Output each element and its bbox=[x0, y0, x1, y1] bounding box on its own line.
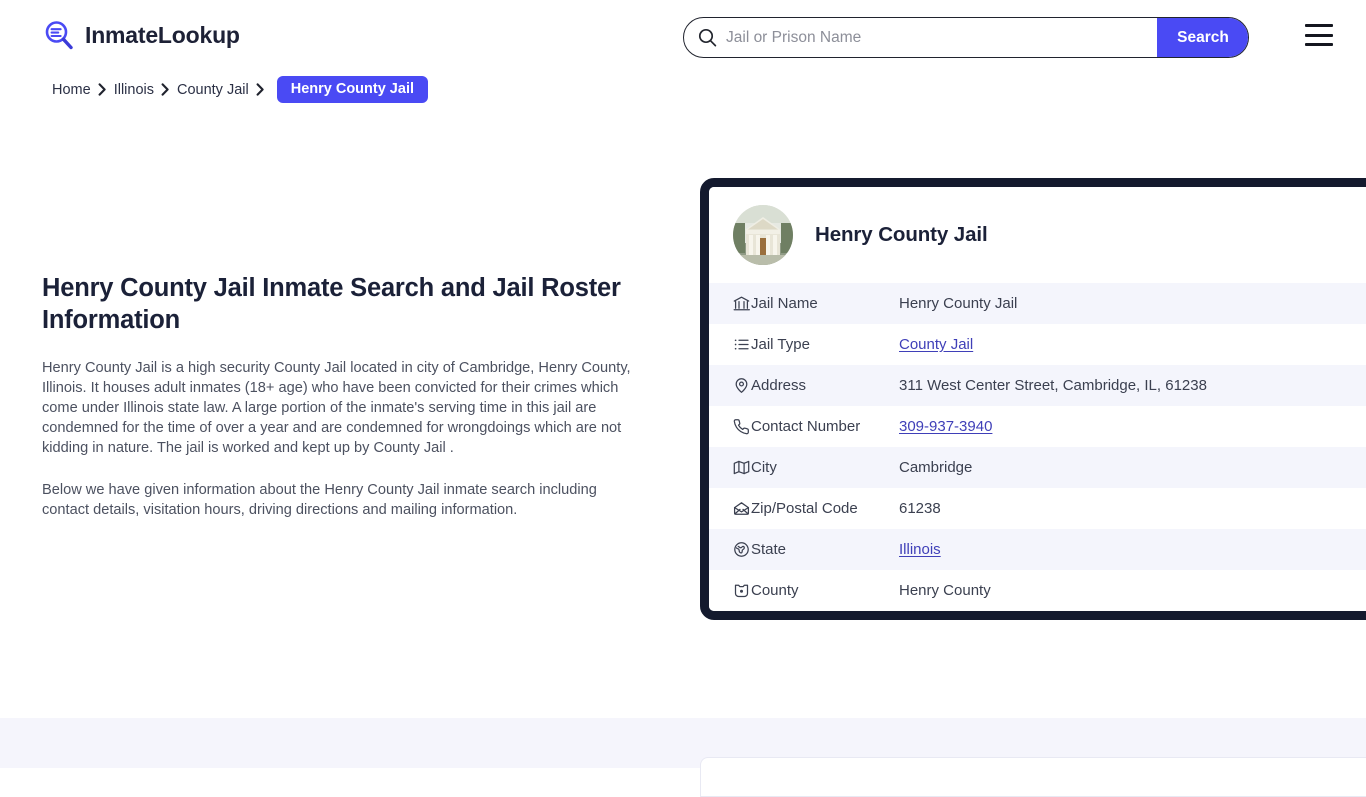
bank-icon bbox=[709, 283, 751, 324]
row-value: 61238 bbox=[899, 500, 941, 517]
menu-bar-1 bbox=[1305, 24, 1333, 27]
row-label: City bbox=[751, 459, 777, 476]
table-row: State Illinois bbox=[709, 529, 1366, 570]
row-value: 311 West Center Street, Cambridge, IL, 6… bbox=[899, 377, 1207, 394]
row-value: Henry County Jail bbox=[899, 295, 1018, 312]
map-icon bbox=[709, 447, 751, 488]
contact-number-link[interactable]: 309-937-3940 bbox=[899, 418, 992, 435]
magnifier-list-icon bbox=[42, 18, 76, 52]
breadcrumb-item-home[interactable]: Home bbox=[52, 82, 91, 98]
table-row: Address 311 West Center Street, Cambridg… bbox=[709, 365, 1366, 406]
row-label: Jail Name bbox=[751, 295, 818, 312]
state-link[interactable]: Illinois bbox=[899, 541, 941, 558]
search-input[interactable] bbox=[722, 18, 1157, 57]
globe-icon bbox=[709, 529, 751, 570]
jail-info-card-header: Henry County Jail bbox=[709, 187, 1366, 283]
phone-icon bbox=[709, 406, 751, 447]
table-row: City Cambridge bbox=[709, 447, 1366, 488]
breadcrumb: Home Illinois County Jail Henry County J… bbox=[52, 76, 428, 103]
menu-bar-3 bbox=[1305, 43, 1333, 46]
intro-paragraph-1: Henry County Jail is a high security Cou… bbox=[42, 360, 631, 456]
row-label: Contact Number bbox=[751, 418, 861, 435]
row-value: 309-937-3940 bbox=[899, 406, 1366, 447]
page-intro: Henry County Jail Inmate Search and Jail… bbox=[42, 272, 642, 542]
jail-info-card-title: Henry County Jail bbox=[815, 223, 988, 246]
logo-text: InmateLookup bbox=[85, 21, 240, 48]
chevron-right-icon bbox=[161, 83, 170, 96]
row-label: Zip/Postal Code bbox=[751, 500, 858, 517]
table-row: Jail Type County Jail bbox=[709, 324, 1366, 365]
next-section-card bbox=[700, 757, 1366, 797]
site-logo[interactable]: InmateLookup bbox=[42, 18, 240, 52]
table-row: Jail Name Henry County Jail bbox=[709, 283, 1366, 324]
row-label: Address bbox=[751, 377, 807, 394]
breadcrumb-item-county-jail[interactable]: County Jail bbox=[177, 82, 249, 98]
courthouse-photo bbox=[733, 205, 793, 265]
row-value: Illinois bbox=[899, 529, 1366, 570]
breadcrumb-item-illinois[interactable]: Illinois bbox=[114, 82, 154, 98]
row-value: Cambridge bbox=[899, 459, 973, 476]
search-button[interactable]: Search bbox=[1157, 18, 1248, 57]
jail-details-table: Jail Name Henry County Jail Jail Type Co… bbox=[709, 283, 1366, 611]
envelope-icon bbox=[709, 488, 751, 529]
search-bar[interactable]: Search bbox=[683, 17, 1249, 58]
row-label: Jail Type bbox=[751, 336, 810, 353]
row-label: County bbox=[751, 582, 799, 599]
row-value: County Jail bbox=[899, 324, 1366, 365]
table-row: Zip/Postal Code 61238 bbox=[709, 488, 1366, 529]
table-row: County Henry County bbox=[709, 570, 1366, 611]
hamburger-menu-icon[interactable] bbox=[1305, 24, 1333, 46]
table-row: Contact Number 309-937-3940 bbox=[709, 406, 1366, 447]
chevron-right-icon bbox=[98, 83, 107, 96]
site-header: InmateLookup Search bbox=[0, 0, 1366, 72]
search-icon bbox=[684, 18, 722, 57]
shield-icon bbox=[709, 570, 751, 611]
jail-type-link[interactable]: County Jail bbox=[899, 336, 973, 353]
chevron-right-icon bbox=[256, 83, 265, 96]
jail-info-card: Henry County Jail Jail Name Henry County… bbox=[700, 178, 1366, 620]
row-value: Henry County bbox=[899, 582, 991, 599]
intro-paragraph-2: Below we have given information about th… bbox=[42, 482, 597, 518]
menu-bar-2 bbox=[1305, 33, 1333, 37]
list-icon bbox=[709, 324, 751, 365]
map-pin-icon bbox=[709, 365, 751, 406]
row-label: State bbox=[751, 541, 787, 558]
breadcrumb-item-current[interactable]: Henry County Jail bbox=[276, 76, 428, 103]
page-title: Henry County Jail Inmate Search and Jail… bbox=[42, 274, 621, 334]
